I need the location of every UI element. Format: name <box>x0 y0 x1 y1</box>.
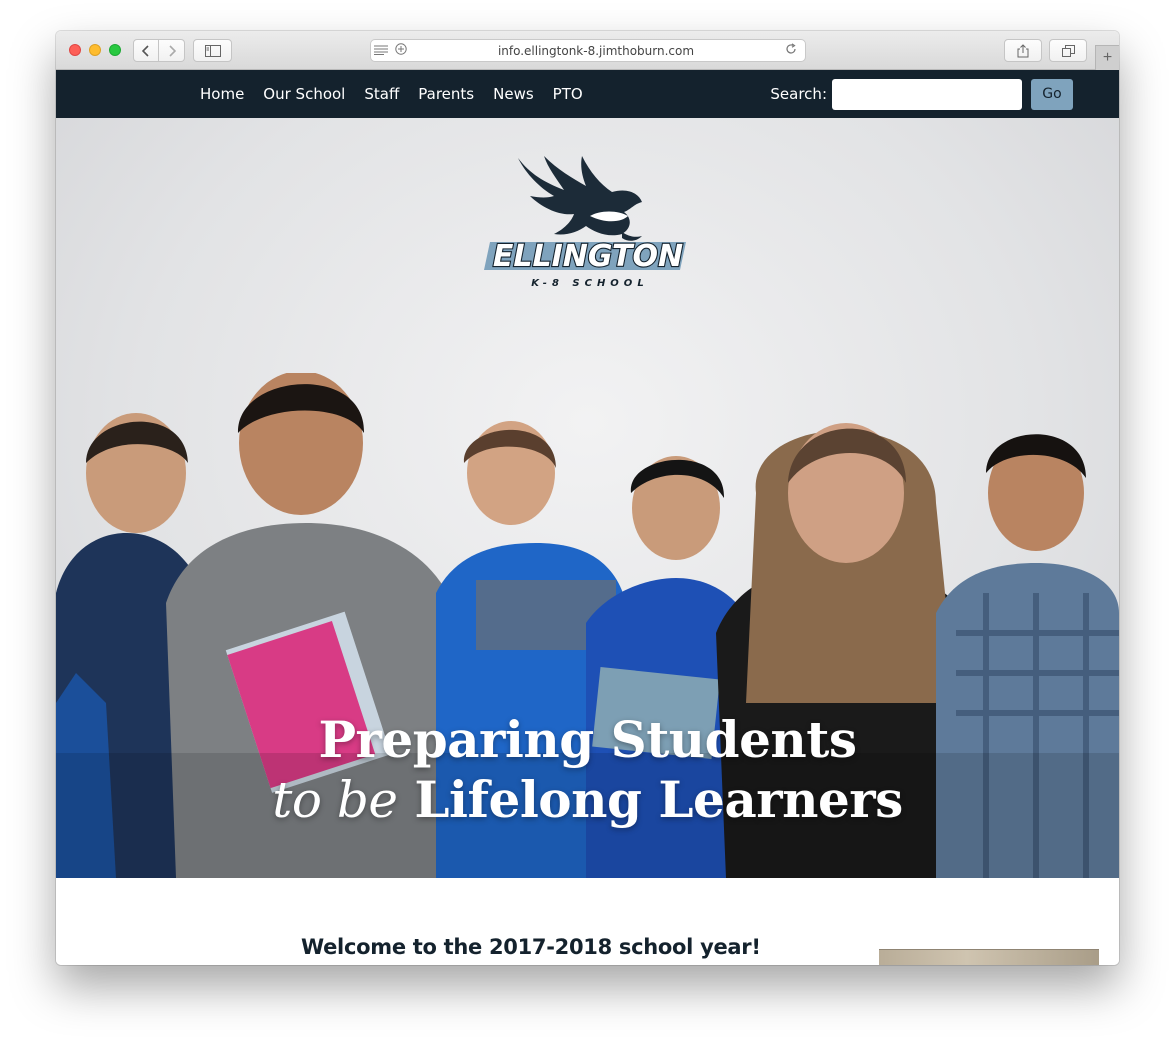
reader-icon[interactable] <box>371 44 391 58</box>
tabs-icon <box>1061 44 1075 57</box>
back-arrow-icon <box>142 44 149 57</box>
nav-pto[interactable]: PTO <box>553 85 583 103</box>
main-content: Welcome to the 2017-2018 school year! <box>56 878 1119 965</box>
hero-headline-italic: to be <box>272 771 398 829</box>
browser-toolbar: info.ellingtonk-8.jimthoburn.com + <box>56 31 1119 70</box>
hero-banner: ELLINGTON K-8 SCHOOL Preparing Students … <box>56 118 1119 878</box>
search-input[interactable] <box>832 78 1022 110</box>
ellington-eagle-logo[interactable]: ELLINGTON K-8 SCHOOL <box>482 152 694 292</box>
zoom-window-button[interactable] <box>109 44 121 56</box>
nav-news[interactable]: News <box>493 85 534 103</box>
site-navigation: Home Our School Staff Parents News PTO S… <box>56 70 1119 118</box>
nav-staff[interactable]: Staff <box>364 85 399 103</box>
search-label: Search: <box>770 85 827 103</box>
share-button[interactable] <box>1004 39 1042 62</box>
browser-window: info.ellingtonk-8.jimthoburn.com + Home … <box>56 31 1119 965</box>
url-text[interactable]: info.ellingtonk-8.jimthoburn.com <box>411 44 781 58</box>
logo-subtext: K-8 SCHOOL <box>531 278 648 289</box>
tabs-overview-button[interactable] <box>1049 39 1087 62</box>
hero-headline-line2: to be Lifelong Learners <box>56 770 1119 829</box>
search-form: Search: Go <box>770 78 1073 110</box>
reload-icon[interactable] <box>781 43 801 58</box>
extensions-icon[interactable] <box>391 43 411 58</box>
search-go-button[interactable]: Go <box>1031 78 1073 110</box>
main-menu: Home Our School Staff Parents News PTO <box>200 70 602 118</box>
sidebar-icon <box>204 44 221 57</box>
hero-headline-rest: Lifelong Learners <box>414 770 903 829</box>
address-bar[interactable]: info.ellingtonk-8.jimthoburn.com <box>370 39 806 62</box>
share-icon <box>1017 43 1029 57</box>
minimize-window-button[interactable] <box>89 44 101 56</box>
schedule-image[interactable] <box>879 949 1099 965</box>
forward-button[interactable] <box>159 39 185 62</box>
hero-headline-line1: Preparing Students <box>318 710 857 769</box>
plus-icon: + <box>1102 49 1113 66</box>
logo-text: ELLINGTON <box>493 239 683 274</box>
history-nav <box>133 39 185 62</box>
forward-arrow-icon <box>168 44 176 57</box>
sidebar-button[interactable] <box>193 39 232 62</box>
welcome-heading: Welcome to the 2017-2018 school year! <box>301 935 761 959</box>
nav-home[interactable]: Home <box>200 85 244 103</box>
new-tab-button[interactable]: + <box>1095 45 1119 70</box>
nav-parents[interactable]: Parents <box>418 85 474 103</box>
back-button[interactable] <box>133 39 159 62</box>
nav-our-school[interactable]: Our School <box>263 85 345 103</box>
close-window-button[interactable] <box>69 44 81 56</box>
